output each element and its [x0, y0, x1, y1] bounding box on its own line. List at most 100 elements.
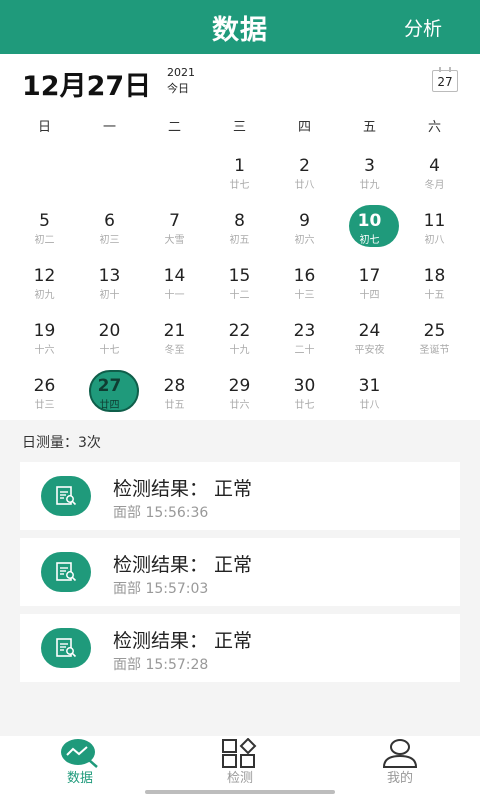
calendar-day-24[interactable]: 24 平安夜	[337, 307, 402, 362]
today-label: 今日	[167, 82, 189, 95]
lunar-date: 初三	[99, 235, 120, 246]
day-number: 26	[33, 376, 56, 396]
calendar-day-9[interactable]: 9 初六	[272, 197, 337, 252]
calendar-day-27[interactable]: 27 廿四	[77, 362, 142, 417]
current-year: 2021	[167, 66, 195, 79]
lunar-date: 十三	[294, 290, 315, 301]
calendar-day-15[interactable]: 15 十二	[207, 252, 272, 307]
day-number: 18	[423, 266, 446, 286]
lunar-date: 大雪	[164, 235, 185, 246]
day-number: 22	[228, 321, 251, 341]
calendar-day-2[interactable]: 2 廿八	[272, 142, 337, 197]
weekday-label: 日	[37, 120, 51, 135]
nav-item-0[interactable]: 数据	[30, 736, 130, 800]
calendar-day-29[interactable]: 29 廿六	[207, 362, 272, 417]
lunar-date: 初十	[99, 290, 120, 301]
weekday-label: 四	[297, 120, 311, 135]
day-number: 9	[299, 211, 310, 231]
record-card[interactable]: 检测结果： 正常 面部 15:57:03	[20, 538, 460, 606]
calendar-day-4[interactable]: 4 冬月	[402, 142, 467, 197]
day-number: 15	[228, 266, 251, 286]
lunar-date: 初五	[229, 235, 250, 246]
day-number: 6	[104, 211, 115, 231]
calendar-day-31[interactable]: 31 廿八	[337, 362, 402, 417]
record-time: 面部 15:57:28	[113, 657, 209, 673]
calendar-day-30[interactable]: 30 廿七	[272, 362, 337, 417]
calendar-day-17[interactable]: 17 十四	[337, 252, 402, 307]
lunar-date: 廿八	[294, 180, 315, 191]
lunar-date: 廿三	[34, 400, 55, 411]
calendar-day-13[interactable]: 13 初十	[77, 252, 142, 307]
calendar-day-6[interactable]: 6 初三	[77, 197, 142, 252]
lunar-date: 平安夜	[354, 345, 385, 356]
calendar-day-14[interactable]: 14 十一	[142, 252, 207, 307]
lunar-date: 二十	[294, 345, 315, 356]
home-indicator	[145, 790, 335, 794]
record-result: 检测结果： 正常	[113, 630, 253, 652]
day-number: 13	[98, 266, 121, 286]
calendar-day-18[interactable]: 18 十五	[402, 252, 467, 307]
lunar-date: 廿七	[229, 180, 250, 191]
day-number: 24	[358, 321, 381, 341]
calendar-grid: 1 廿七 2 廿八 3 廿九 4 冬月 5 初二 6 初三 7 大雪 8 初五 9 初六 10 初七 11 初八 12 初九 1…	[12, 142, 468, 418]
calendar-day-12[interactable]: 12 初九	[12, 252, 77, 307]
calendar-day-8[interactable]: 8 初五	[207, 197, 272, 252]
day-number: 7	[169, 211, 180, 231]
calendar-day-28[interactable]: 28 廿五	[142, 362, 207, 417]
lunar-date: 廿八	[359, 400, 380, 411]
lunar-date: 十九	[229, 345, 250, 356]
record-card[interactable]: 检测结果： 正常 面部 15:56:36	[20, 462, 460, 530]
calendar-day-1[interactable]: 1 廿七	[207, 142, 272, 197]
current-date: 12月27日	[22, 71, 152, 102]
day-number: 4	[429, 156, 440, 176]
calendar-day-10[interactable]: 10 初七	[337, 197, 402, 252]
day-number: 31	[358, 376, 381, 396]
analyze-button[interactable]: 分析	[404, 14, 442, 41]
lunar-date: 廿九	[359, 180, 380, 191]
day-number: 17	[358, 266, 381, 286]
day-number: 1	[234, 156, 245, 176]
lunar-date: 十一	[164, 290, 185, 301]
lunar-date: 初八	[424, 235, 445, 246]
calendar-day-19[interactable]: 19 十六	[12, 307, 77, 362]
calendar-day-22[interactable]: 22 十九	[207, 307, 272, 362]
calendar-day-7[interactable]: 7 大雪	[142, 197, 207, 252]
day-number: 21	[163, 321, 186, 341]
records-section: 日测量：3次 检测结果： 正常 面部 15:56:36 检测结果： 正常 面部 15:…	[0, 420, 480, 736]
lunar-date: 廿四	[99, 400, 120, 411]
day-number: 16	[293, 266, 316, 286]
calendar-day-20[interactable]: 20 十七	[77, 307, 142, 362]
weekday-label: 五	[362, 120, 376, 135]
weekday-label: 二	[167, 120, 181, 135]
calendar-day-23[interactable]: 23 二十	[272, 307, 337, 362]
day-number: 28	[163, 376, 186, 396]
calendar-day-5[interactable]: 5 初二	[12, 197, 77, 252]
lunar-date: 初九	[34, 290, 55, 301]
report-search-icon	[41, 628, 91, 668]
calendar-day-11[interactable]: 11 初八	[402, 197, 467, 252]
day-number: 10	[357, 211, 382, 231]
weekday-header: 日一二三四五六	[12, 106, 468, 142]
lunar-date: 十四	[359, 290, 380, 301]
day-number: 12	[33, 266, 56, 286]
calendar-day-3[interactable]: 3 廿九	[337, 142, 402, 197]
calendar-day-25[interactable]: 25 圣诞节	[402, 307, 467, 362]
calendar-day-26[interactable]: 26 廿三	[12, 362, 77, 417]
day-number: 19	[33, 321, 56, 341]
lunar-date: 十六	[34, 345, 55, 356]
day-number: 8	[234, 211, 245, 231]
day-number: 30	[293, 376, 316, 396]
day-number: 20	[98, 321, 121, 341]
lunar-date: 初二	[34, 235, 55, 246]
record-card[interactable]: 检测结果： 正常面部 15:57:28	[20, 614, 460, 682]
calendar-today-button[interactable]: 27	[432, 67, 458, 92]
calendar-day-21[interactable]: 21 冬至	[142, 307, 207, 362]
nav-item-2[interactable]: 我的	[350, 736, 450, 800]
nav-label: 我的	[386, 771, 413, 786]
calendar-day-16[interactable]: 16 十三	[272, 252, 337, 307]
lunar-date: 冬月	[424, 180, 445, 191]
daily-count: 日测量：3次	[22, 435, 101, 451]
record-time: 面部 15:57:03	[113, 581, 209, 597]
day-number: 23	[293, 321, 316, 341]
day-number: 14	[163, 266, 186, 286]
